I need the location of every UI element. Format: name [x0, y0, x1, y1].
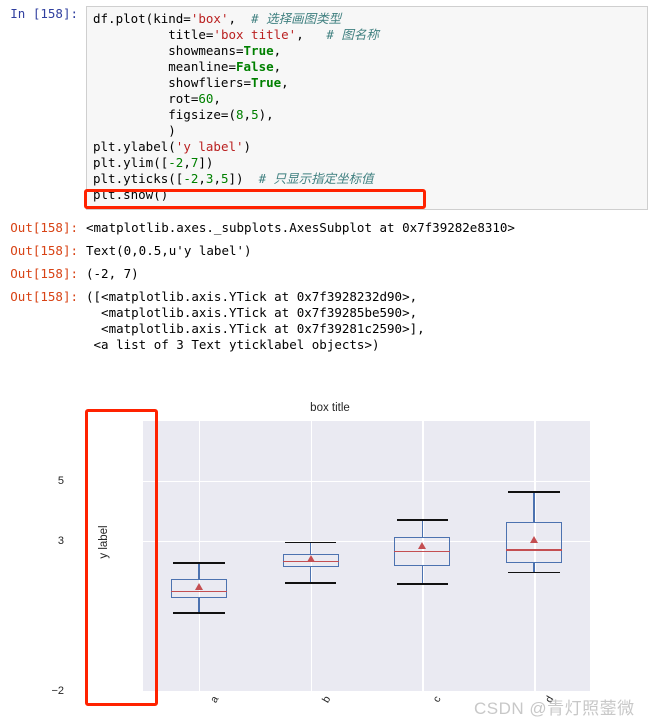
- chart-title: box title: [310, 402, 350, 414]
- code-token: showfliers=: [93, 75, 252, 90]
- code-token: ,: [198, 171, 206, 186]
- output-text: (-2, 7): [86, 266, 139, 281]
- boxplot-cap-upper: [284, 541, 337, 544]
- code-token: ]): [228, 171, 259, 186]
- output-prompt-label: Out[158]:: [10, 266, 78, 281]
- code-token: ,: [243, 107, 252, 122]
- boxplot-mean-marker: [306, 555, 315, 562]
- code-editor[interactable]: df.plot(kind='box', # 选择画图类型 title='box …: [86, 6, 648, 210]
- output-row: Out[158]: Text(0,0.5,u'y label'): [0, 243, 660, 259]
- notebook-input-cell: In [158]: df.plot(kind='box', # 选择画图类型 t…: [0, 6, 660, 210]
- gridline-vertical: [198, 421, 201, 691]
- code-token: ,: [296, 27, 327, 42]
- notebook-outputs: Out[158]: <matplotlib.axes._subplots.Axes…: [0, 220, 660, 353]
- boxplot-cap-upper: [508, 491, 560, 493]
- code-token: rot=: [93, 91, 199, 106]
- code-token: 5: [220, 171, 229, 186]
- boxplot-whisker-lower: [421, 565, 424, 583]
- code-token: 'box title': [213, 27, 297, 42]
- output-text: <matplotlib.axes._subplots.AxesSubplot a…: [86, 220, 515, 235]
- code-token: # 只显示指定坐标值: [258, 171, 374, 186]
- boxplot-whisker-upper: [309, 541, 312, 555]
- code-token: ,: [213, 91, 221, 106]
- y-tick-label: 3: [57, 535, 64, 547]
- output-prompt-label: Out[158]:: [10, 243, 78, 258]
- input-prompt-label: In [158]:: [10, 6, 78, 21]
- boxplot-whisker-lower: [198, 598, 200, 613]
- code-token: False: [236, 59, 274, 74]
- matplotlib-figure: box title y label −2 3 5 a b c d: [0, 402, 660, 724]
- code-token: ),: [258, 107, 274, 122]
- code-token: df.plot(kind=: [93, 11, 191, 26]
- code-token: plt.show(): [93, 187, 169, 202]
- x-tick-label: a: [207, 694, 222, 706]
- code-token: 'box': [190, 11, 229, 26]
- output-row: Out[158]: ([<matplotlib.axis.YTick at 0x7…: [0, 289, 660, 353]
- code-source[interactable]: df.plot(kind='box', # 选择画图类型 title='box …: [93, 11, 641, 203]
- output-prompt-label: Out[158]:: [10, 220, 78, 235]
- code-token: meanline=: [93, 59, 236, 74]
- code-token: title=: [93, 27, 214, 42]
- boxplot-mean-marker: [194, 582, 203, 590]
- boxplot-cap-lower: [508, 571, 560, 574]
- code-token: ): [243, 139, 252, 154]
- boxplot-median-line: [170, 590, 227, 593]
- code-token: ,: [183, 155, 191, 170]
- plot-area: [143, 421, 590, 693]
- boxplot-cap-upper: [173, 562, 225, 564]
- code-token: ,: [281, 75, 289, 90]
- boxplot-whisker-upper: [421, 519, 424, 538]
- boxplot-whisker-upper: [533, 491, 535, 523]
- boxplot-mean-marker: [418, 541, 427, 549]
- boxplot-cap-lower: [284, 582, 337, 585]
- code-token: plt.ylabel(: [93, 139, 176, 154]
- code-token: # 图名称: [326, 27, 379, 42]
- code-token: ): [93, 123, 176, 138]
- boxplot-mean-marker: [530, 535, 539, 543]
- code-token: 5: [251, 107, 259, 122]
- output-row: Out[158]: (-2, 7): [0, 266, 660, 282]
- boxplot-whisker-lower: [309, 567, 312, 583]
- code-token: ,: [273, 43, 282, 58]
- y-tick-label: 5: [57, 475, 64, 487]
- code-token: ]): [198, 155, 214, 170]
- code-token: 60: [198, 91, 214, 106]
- boxplot-whisker-upper: [198, 562, 200, 579]
- code-token: 8: [236, 107, 244, 122]
- code-token: ,: [273, 59, 282, 74]
- output-row: Out[158]: <matplotlib.axes._subplots.Axes…: [0, 220, 660, 236]
- y-tick-label: −2: [51, 685, 64, 697]
- code-token: plt.ylim([: [93, 155, 169, 170]
- code-token: # 选择画图类型: [251, 11, 342, 26]
- boxplot-whisker-lower: [533, 563, 535, 572]
- gridline-horizontal: [143, 481, 590, 483]
- boxplot-cap-lower: [173, 612, 225, 615]
- code-token: plt.yticks([: [93, 171, 184, 186]
- x-tick-label: c: [431, 694, 445, 705]
- boxplot-cap-lower: [396, 583, 449, 585]
- boxplot-median-line: [394, 550, 451, 553]
- watermark-text: CSDN @青灯照蓥微: [474, 699, 635, 718]
- code-token: ,: [228, 11, 252, 26]
- output-prompt-label: Out[158]:: [10, 289, 78, 304]
- y-axis-label: y label: [98, 525, 110, 559]
- boxplot-median-line: [506, 549, 563, 551]
- code-token: -2: [168, 155, 184, 170]
- code-token: figsize=(: [93, 107, 236, 122]
- code-token: True: [251, 75, 282, 90]
- boxplot-box: [506, 522, 563, 564]
- boxplot-cap-upper: [396, 519, 449, 522]
- gridline-horizontal: [143, 691, 590, 693]
- output-text: Text(0,0.5,u'y label'): [86, 243, 252, 258]
- code-token: showmeans=: [93, 43, 244, 58]
- x-tick-label: b: [319, 694, 333, 706]
- code-token: -2: [183, 171, 199, 186]
- code-token: True: [243, 43, 274, 58]
- output-text: ([<matplotlib.axis.YTick at 0x7f3928232d…: [86, 289, 425, 352]
- code-token: 'y label': [175, 139, 244, 154]
- code-token: ,: [213, 171, 221, 186]
